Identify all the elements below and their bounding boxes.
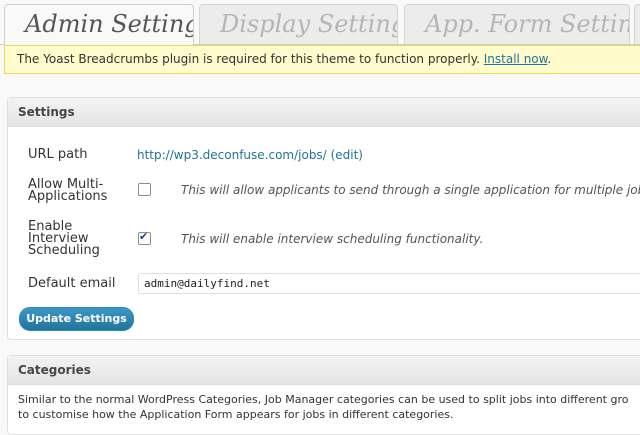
- multi-applications-checkbox[interactable]: [138, 183, 151, 196]
- default-email-label: Default email: [28, 276, 116, 291]
- interview-scheduling-checkbox[interactable]: [138, 230, 151, 245]
- tab-admin-settings[interactable]: Admin Settings: [4, 4, 194, 45]
- settings-panel: Settings URL path http://wp3.deconfuse.c…: [7, 97, 640, 340]
- default-email-input[interactable]: admin@dailyfind.net: [138, 273, 640, 294]
- interview-scheduling-label: Enable Interview Scheduling: [28, 220, 100, 258]
- categories-description: Similar to the normal WordPress Categori…: [18, 392, 628, 422]
- notice-suffix: .: [547, 52, 552, 66]
- update-settings-button[interactable]: Update Settings: [19, 307, 134, 331]
- tab-overflow[interactable]: [634, 4, 640, 44]
- settings-panel-title[interactable]: Settings: [8, 98, 640, 127]
- categories-line1: Similar to the normal WordPress Categori…: [18, 393, 629, 406]
- tab-bar: Admin Settings Display Settings App. For…: [0, 0, 640, 45]
- plugin-notice: The Yoast Breadcrumbs plugin is required…: [4, 45, 640, 74]
- install-now-link[interactable]: Install now: [484, 52, 548, 66]
- categories-line2: to customise how the Application Form ap…: [18, 408, 454, 421]
- multi-label-line2: Applications: [28, 189, 108, 204]
- tab-app-form-settings[interactable]: App. Form Settings: [404, 4, 630, 44]
- notice-text: The Yoast Breadcrumbs plugin is required…: [17, 52, 480, 66]
- tab-display-settings[interactable]: Display Settings: [199, 4, 398, 44]
- categories-panel: Categories Similar to the normal WordPre…: [7, 355, 640, 435]
- url-edit-link[interactable]: (edit): [331, 148, 363, 162]
- multi-applications-label: Allow Multi- Applications: [28, 178, 108, 204]
- url-path-label: URL path: [28, 147, 88, 162]
- url-path-value: http://wp3.deconfuse.com/jobs/ (edit): [137, 148, 363, 162]
- url-path-link[interactable]: http://wp3.deconfuse.com/jobs/: [137, 148, 327, 162]
- categories-panel-title[interactable]: Categories: [8, 356, 640, 385]
- multi-applications-description: This will allow applicants to send throu…: [181, 183, 640, 197]
- interview-scheduling-description: This will enable interview scheduling fu…: [181, 232, 484, 246]
- interview-label-line3: Scheduling: [28, 243, 100, 258]
